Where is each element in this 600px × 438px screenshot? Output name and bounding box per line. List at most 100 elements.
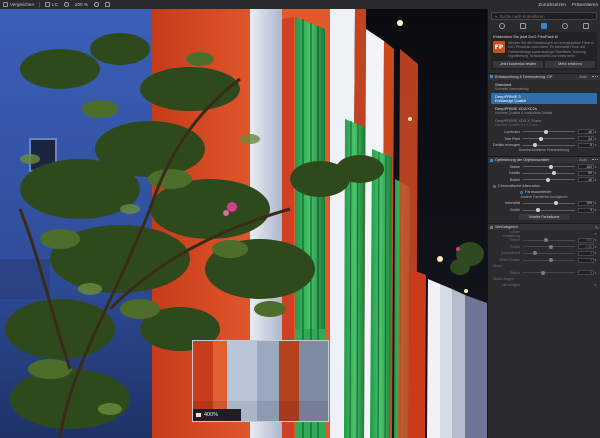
lens-section-header[interactable]: Optimierung der Objektivschärfe Auto	[488, 156, 600, 164]
image-canvas[interactable]: 400%	[0, 9, 487, 438]
slider-thumb[interactable]	[549, 164, 553, 169]
color-tab-icon[interactable]	[562, 23, 569, 29]
slider-track[interactable]	[523, 258, 575, 263]
stepper-icon[interactable]: ⇅	[594, 251, 597, 255]
denoise-average-link[interactable]: Durchschnittliche Entrauschung	[488, 148, 600, 153]
stepper-icon[interactable]: ⇅	[594, 143, 597, 147]
slider-value-field[interactable]: 100	[578, 200, 594, 206]
slider-thumb[interactable]	[549, 258, 553, 263]
slider-thumb[interactable]	[554, 201, 559, 206]
more-icon[interactable]	[592, 159, 598, 161]
slider-value-field[interactable]: 0	[578, 257, 594, 263]
slider-track[interactable]	[523, 270, 575, 275]
learn-more-button[interactable]: Mehr erfahren	[545, 60, 595, 68]
stepper-icon[interactable]: ⇅	[594, 245, 597, 249]
color-fringe-checkbox[interactable]	[520, 190, 523, 194]
search-input[interactable]	[499, 13, 578, 19]
stepper-icon[interactable]: ⇅	[594, 165, 597, 169]
try-free-button[interactable]: Jetzt kostenlos testen	[493, 60, 543, 68]
loupe-zoom-label[interactable]: 400%	[204, 412, 218, 418]
option-subtitle: Schnelle Demosaicing	[495, 86, 529, 91]
fit-button[interactable]	[61, 0, 72, 9]
slider-thumb[interactable]	[551, 171, 556, 176]
stepper-icon[interactable]: ⇅	[594, 258, 597, 262]
reset-button[interactable]: Zurücksetzen	[538, 2, 566, 7]
denoise-option-deepprime[interactable]: DeepPRIME 3 Erstklassige Qualität	[491, 92, 597, 104]
denoise-enable-checkbox[interactable]	[490, 75, 493, 79]
slider-value-field[interactable]: 40	[578, 177, 594, 183]
crop-button[interactable]	[102, 0, 113, 9]
slider-row: Stärke 100 ⇅	[488, 163, 600, 170]
stepper-icon[interactable]: ⇅	[594, 271, 597, 275]
slider-value-field[interactable]: 100	[578, 164, 594, 170]
slider-track[interactable]	[523, 251, 575, 256]
slider-row: Größe 4 ⇅	[488, 207, 600, 214]
slider-thumb[interactable]	[543, 129, 548, 134]
compare-mode-select[interactable]: LC	[42, 0, 61, 9]
retouch-tab-icon[interactable]	[519, 23, 526, 29]
exposure-tab-icon[interactable]	[498, 23, 505, 29]
denoise-option-deepprime-xd2[interactable]: DeepPRIME XD2/XD2s Höchste Qualität & zu…	[491, 105, 597, 116]
slider-thumb[interactable]	[533, 143, 538, 148]
slider-row: Mittel-Zusatz 0 ⇅	[488, 257, 600, 264]
slider-value-field[interactable]: 100	[578, 237, 594, 243]
pipette-tab-icon[interactable]	[583, 23, 590, 29]
more-icon[interactable]	[592, 75, 598, 78]
slider-track[interactable]	[523, 129, 575, 134]
slider-value-field[interactable]: 24	[578, 136, 594, 142]
zoom-loupe[interactable]: 400%	[192, 340, 329, 422]
lens-enable-checkbox[interactable]	[490, 158, 493, 162]
slider-value-field[interactable]: 4	[578, 207, 594, 213]
slider-track[interactable]	[523, 201, 575, 206]
zoom-label: 200 %	[74, 2, 88, 7]
compare-button[interactable]: Vergleichen	[0, 0, 37, 9]
slider-value-field[interactable]: 5	[578, 142, 594, 148]
slider-value-field[interactable]: 0.50	[578, 244, 594, 250]
denoise-option-standard[interactable]: Standard Schnelle Demosaicing	[491, 81, 597, 92]
slider-value-field[interactable]: 50	[578, 170, 594, 176]
whitebalance-enable-checkbox[interactable]	[490, 225, 493, 229]
slider-thumb[interactable]	[538, 136, 543, 141]
denoise-auto-button[interactable]: Auto	[579, 75, 587, 79]
denoise-option-deepprime-xd3[interactable]: DeepPRIME XD3 X-Trans Höchste Qualität f…	[491, 117, 597, 128]
stepper-icon[interactable]: ⇅	[594, 232, 597, 236]
lens-auto-button[interactable]: Auto	[579, 158, 587, 162]
slider-thumb[interactable]	[533, 251, 538, 256]
aberration-toggle-icon[interactable]	[493, 184, 496, 188]
pipette-icon[interactable]: ✎	[595, 225, 598, 230]
stepper-icon[interactable]: ⇅	[594, 283, 597, 287]
slider-track[interactable]	[523, 238, 575, 243]
slider-value-field[interactable]: 0	[578, 270, 594, 276]
stepper-icon[interactable]: ⇅	[594, 238, 597, 242]
slider-thumb[interactable]	[543, 238, 548, 243]
slider-thumb[interactable]	[549, 244, 553, 249]
slider-track[interactable]	[523, 164, 575, 169]
present-button[interactable]: Präsentieren	[572, 2, 598, 7]
compare-label: Vergleichen	[10, 2, 35, 7]
slider-track[interactable]	[523, 244, 575, 249]
stepper-icon[interactable]: ⇅	[594, 201, 597, 205]
slider-thumb[interactable]	[546, 177, 551, 182]
slider-value-field[interactable]: 40	[578, 129, 594, 135]
slider-thumb[interactable]	[536, 208, 540, 213]
stepper-icon[interactable]: ⇅	[594, 178, 597, 182]
slider-track[interactable]	[523, 143, 575, 148]
crop-icon	[104, 2, 110, 7]
slider-track[interactable]	[523, 136, 575, 141]
stepper-icon[interactable]: ⇅	[594, 130, 597, 134]
stepper-icon[interactable]: ⇅	[594, 171, 597, 175]
loupe-toggle-icon[interactable]	[196, 413, 201, 417]
slider-track[interactable]	[523, 177, 575, 182]
purple-fringe-button[interactable]: Violette Farbsäume	[519, 214, 569, 221]
slider-track[interactable]	[523, 171, 575, 176]
slider-value-field[interactable]: 4	[578, 250, 594, 256]
denoise-section-header[interactable]: Entrauschung & Demosaicing: DP Auto	[488, 72, 600, 80]
slider-thumb[interactable]	[541, 270, 546, 275]
slider-track[interactable]	[523, 208, 575, 213]
zoom-select[interactable]: 200 %	[72, 0, 91, 9]
promo-text: Wecken Sie die Erinnerungen an unvergess…	[508, 41, 594, 59]
rotate-button[interactable]	[91, 0, 102, 9]
stepper-icon[interactable]: ⇅	[594, 208, 597, 212]
detail-tab-icon[interactable]	[540, 23, 547, 29]
stepper-icon[interactable]: ⇅	[594, 137, 597, 141]
